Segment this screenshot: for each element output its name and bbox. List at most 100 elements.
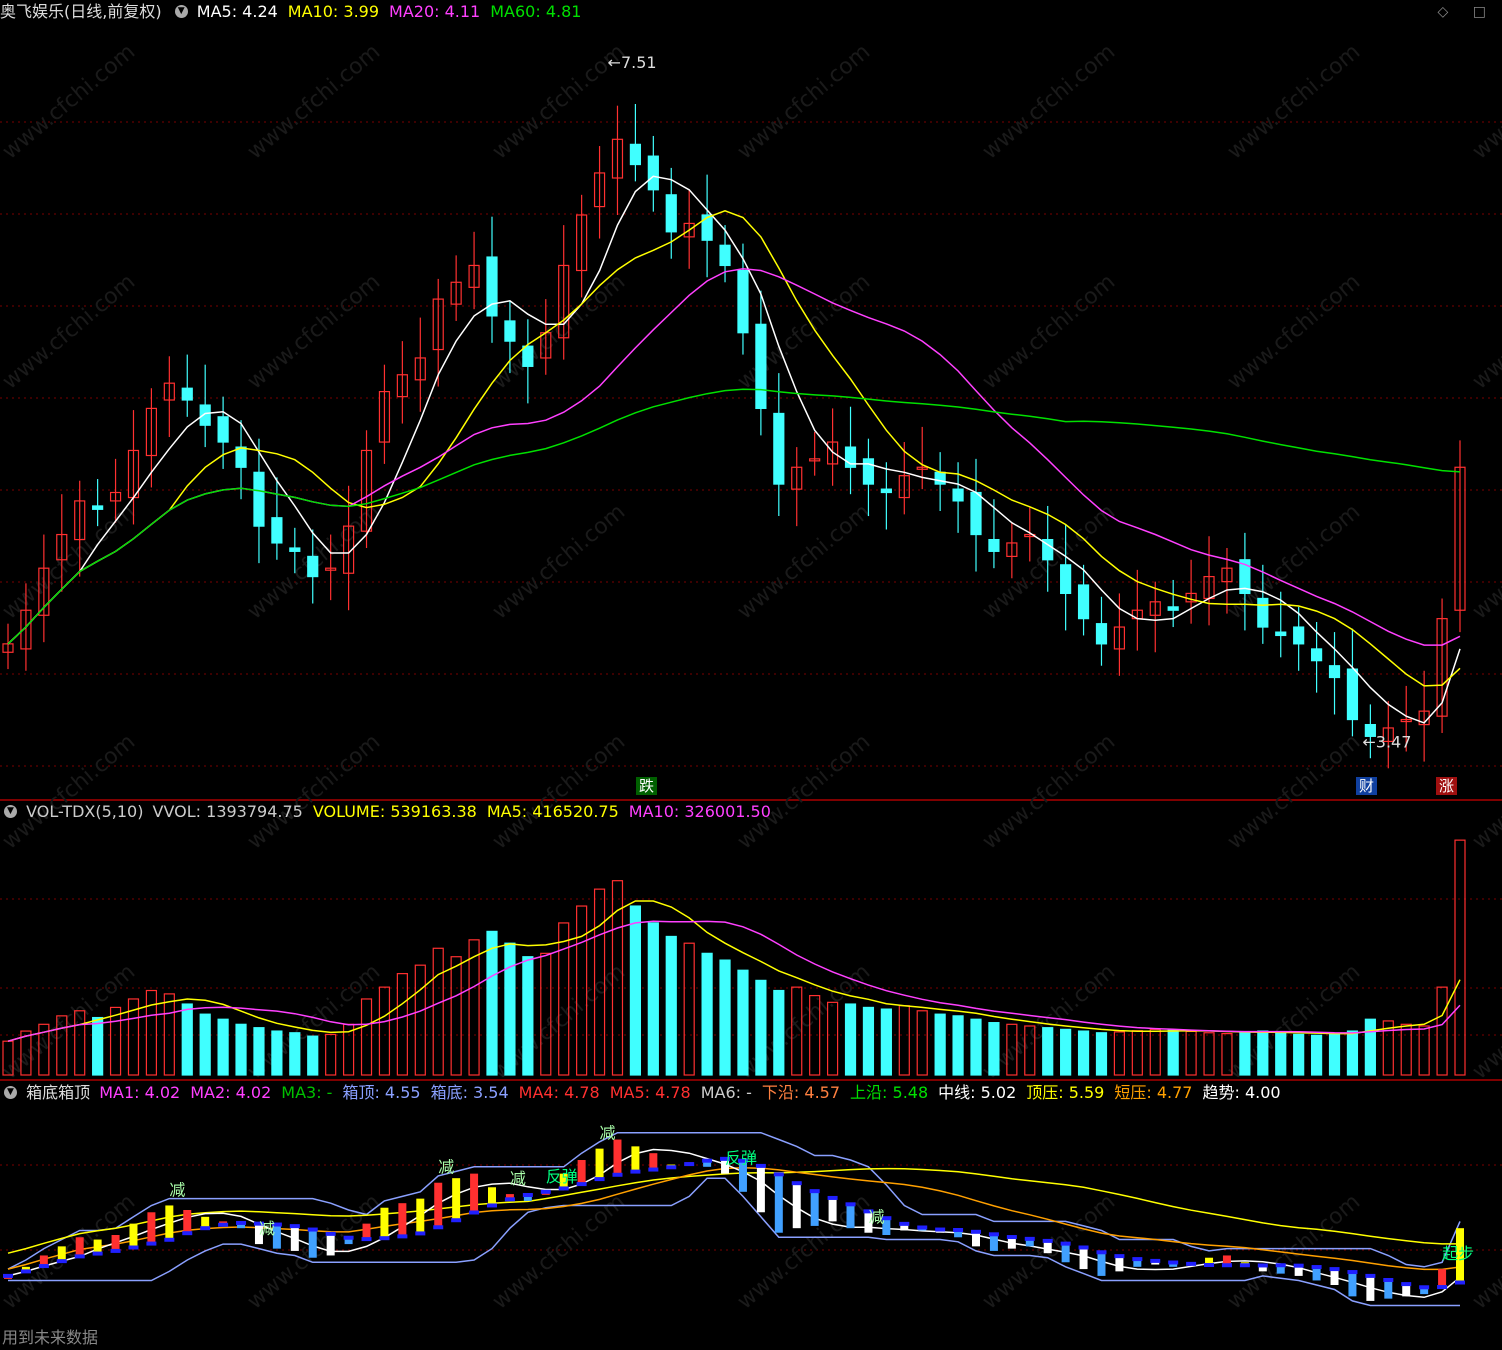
box-mid-6	[110, 1248, 121, 1253]
box-bar-27	[488, 1187, 496, 1206]
box-item-1: MA2: 4.02	[190, 1083, 272, 1102]
ma-item-2: MA20: 4.11	[389, 2, 481, 21]
box-item-10: 中线: 5.02	[938, 1083, 1017, 1102]
watermark-0-3: www.cfchi.com	[733, 39, 875, 164]
box-title[interactable]: 箱底箱顶	[26, 1083, 90, 1102]
main-header: 奥飞娱乐(日线,前复权) ▼ MA5: 4.24 MA10: 3.99 MA20: …	[0, 0, 595, 24]
chart-canvas: www.cfchi.com www.cfchi.com www.cfchi.com w…	[0, 39, 1502, 1315]
candle-body-49	[880, 488, 892, 494]
box-mid-16	[289, 1224, 300, 1229]
low-label: ←3.47	[1362, 732, 1411, 751]
candle-body-35	[629, 143, 642, 166]
vol-bar-23	[414, 964, 426, 1076]
box-item-2: MA3: -	[281, 1083, 333, 1102]
box-bar-35	[631, 1146, 640, 1172]
box-mid-72	[1293, 1263, 1304, 1268]
vol-bar-71	[1275, 1032, 1287, 1076]
box-settings-icon[interactable]: ▼	[4, 1086, 17, 1099]
settings-icon[interactable]: ▼	[174, 5, 188, 18]
box-text-4: 减	[600, 1124, 616, 1143]
box-bar-33	[595, 1148, 604, 1180]
box-mid-79	[1419, 1285, 1430, 1290]
vol-bar-59	[1060, 1028, 1072, 1076]
box-mid-29	[522, 1193, 533, 1197]
box-bar-62	[1115, 1256, 1124, 1272]
watermark-3-4: www.cfchi.com	[978, 729, 1120, 854]
candle-body-75	[1346, 668, 1359, 721]
candle-body-42	[755, 323, 767, 410]
vol-bar-5	[92, 1016, 104, 1076]
watermark-0-4: www.cfchi.com	[978, 39, 1120, 164]
box-bar-42	[756, 1165, 765, 1213]
cai-marker: 财	[1356, 777, 1378, 795]
candle-body-39	[701, 214, 713, 241]
candle-body-54	[970, 491, 982, 536]
vol-bar-41	[737, 969, 749, 1076]
box-bar-4	[75, 1237, 84, 1257]
box-mid-67	[1204, 1263, 1215, 1267]
box-bar-74	[1330, 1269, 1339, 1285]
box-bar-73	[1312, 1267, 1321, 1281]
vol-bar-47	[844, 1003, 857, 1076]
vol-settings-icon[interactable]: ▼	[4, 805, 17, 818]
box-bar-76	[1366, 1275, 1375, 1301]
candle-body-10	[181, 387, 193, 401]
vol-bar-40	[719, 959, 731, 1076]
vol-title[interactable]: VOL-TDX(5,10)	[26, 802, 143, 821]
vol-bar-69	[1239, 1031, 1251, 1076]
box-bar-59	[1061, 1243, 1070, 1263]
box-mid-65	[1168, 1260, 1179, 1265]
watermark-3-5: www.cfchi.com	[1223, 729, 1365, 854]
box-mid-78	[1401, 1282, 1412, 1287]
box-bar-36	[649, 1153, 658, 1170]
vol-bar-38	[683, 942, 695, 1076]
vol-bar-50	[898, 1005, 910, 1076]
box-mid-9	[164, 1237, 175, 1242]
box-bar-16	[290, 1226, 299, 1251]
box-bar-47	[846, 1204, 855, 1229]
vol-bar-54	[970, 1018, 982, 1076]
box-mid-1	[20, 1269, 31, 1274]
vol-bar-70	[1257, 1030, 1269, 1076]
ma-item-0: MA5: 4.24	[196, 2, 278, 21]
vol-bar-15	[271, 1030, 283, 1076]
box-mid-66	[1186, 1261, 1197, 1266]
box-text-6: 反弹	[546, 1167, 578, 1186]
box-text-5: 减	[868, 1208, 884, 1227]
watermark-4-6: www.cfchi.com	[1468, 959, 1502, 1084]
box-mid-50	[899, 1221, 910, 1226]
box-mid-26	[469, 1210, 480, 1215]
box-mid-36	[648, 1167, 659, 1172]
box-mid-55	[988, 1232, 999, 1237]
box-mid-54	[971, 1229, 981, 1234]
watermark-2-4: www.cfchi.com	[978, 499, 1120, 624]
vol-item-0: VVOL: 1393794.75	[152, 802, 303, 821]
box-mid-18	[325, 1231, 336, 1236]
box-mid-13	[236, 1220, 247, 1225]
candle-body-53	[952, 488, 964, 502]
box-mid-63	[1132, 1257, 1143, 1262]
box-mid-75	[1347, 1270, 1358, 1275]
box-mid-7	[128, 1245, 139, 1250]
watermark-3-0: www.cfchi.com	[0, 729, 140, 854]
box-item-8: 下沿: 4.57	[761, 1083, 841, 1102]
stock-title[interactable]: 奥飞娱乐(日线,前复权)	[0, 2, 162, 21]
candle-body-14	[253, 471, 265, 527]
window-icons[interactable]: ◇ □	[1438, 4, 1496, 20]
vol-bar-24	[432, 947, 444, 1076]
vol-bar-28	[504, 942, 516, 1076]
watermark-1-0: www.cfchi.com	[0, 269, 140, 394]
vol-bar-72	[1293, 1033, 1305, 1076]
candle-body-41	[737, 269, 749, 334]
box-mid-76	[1365, 1273, 1376, 1278]
watermark-3-2: www.cfchi.com	[488, 729, 630, 854]
vol-bar-75	[1346, 1030, 1359, 1076]
box-bar-10	[183, 1210, 192, 1234]
box-mid-17	[307, 1227, 318, 1232]
vol-bar-79	[1418, 1025, 1430, 1076]
box-item-9: 上沿: 5.48	[850, 1083, 929, 1102]
box-mid-44	[791, 1181, 802, 1186]
vol-bar-78	[1400, 1023, 1412, 1076]
box-mid-74	[1329, 1267, 1340, 1272]
watermark-2-6: www.cfchi.com	[1468, 499, 1502, 624]
